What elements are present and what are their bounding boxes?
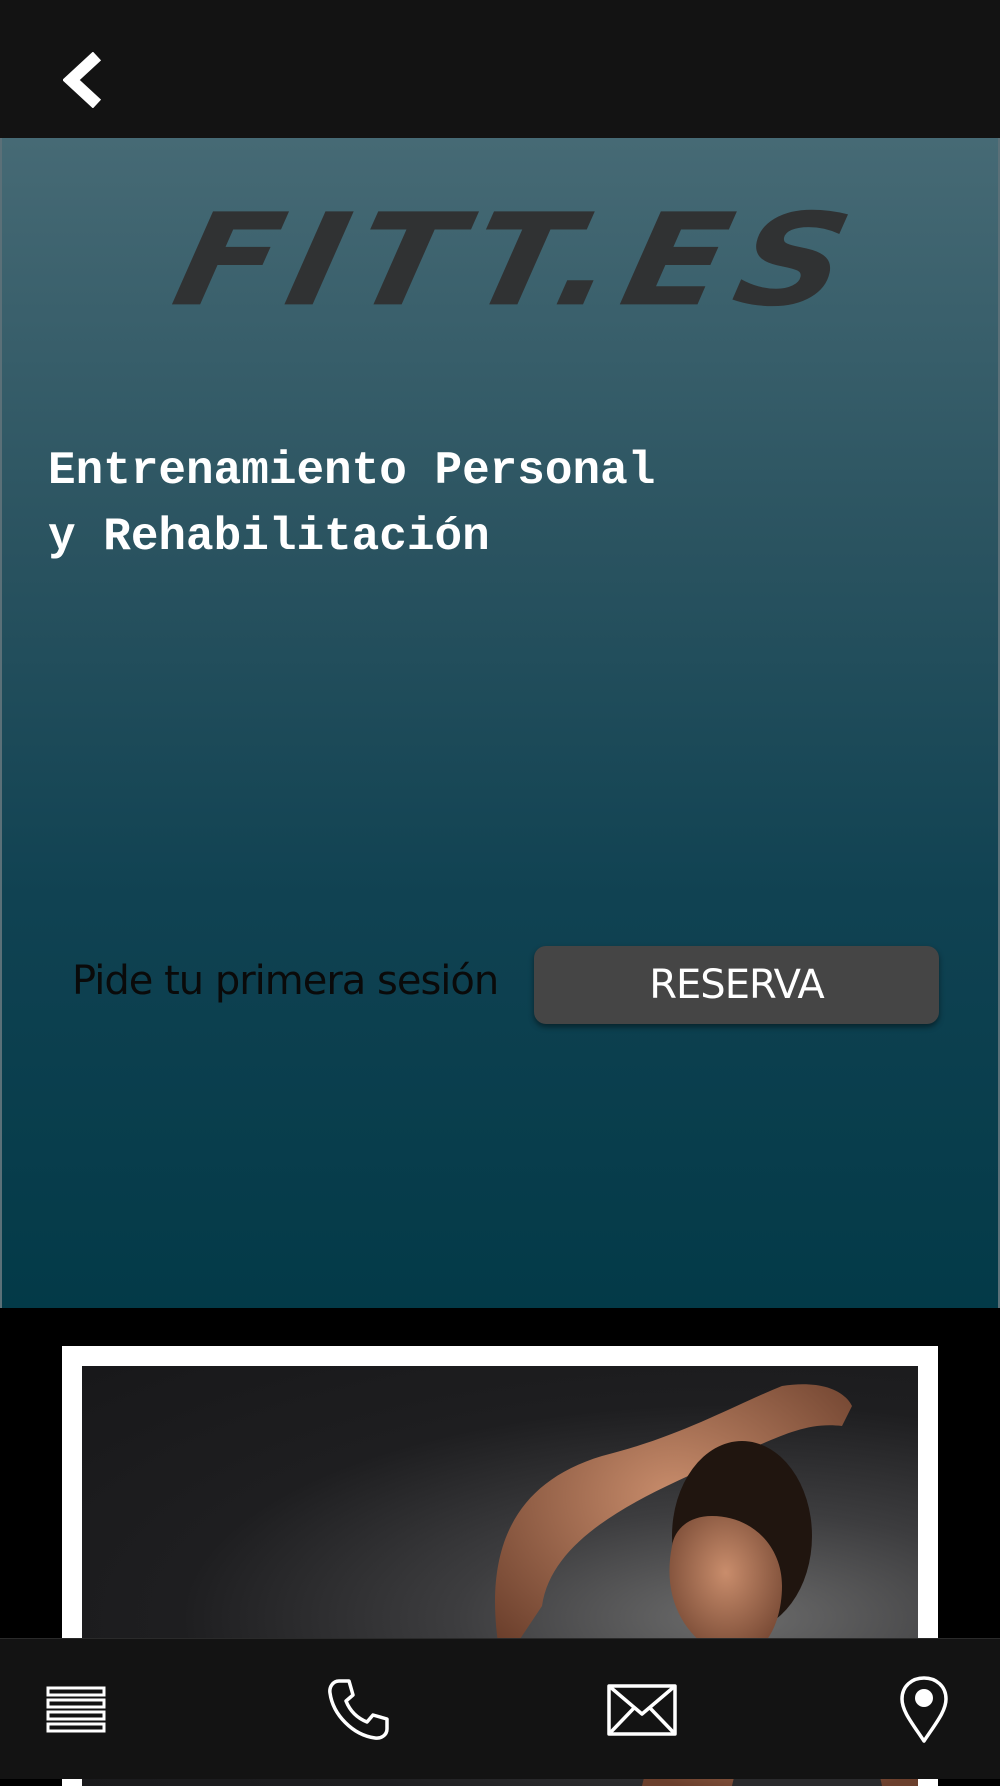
call-button[interactable] xyxy=(320,1675,396,1745)
menu-icon xyxy=(46,1686,106,1733)
bottom-nav-bar xyxy=(0,1638,1000,1779)
headline-line-1: Entrenamiento Personal xyxy=(48,445,656,497)
logo-text: FITT.ES xyxy=(162,187,872,335)
email-button[interactable] xyxy=(604,1675,680,1745)
phone-icon xyxy=(328,1679,389,1740)
back-button[interactable] xyxy=(58,50,108,110)
location-pin-icon xyxy=(900,1676,948,1743)
top-bar xyxy=(0,0,1000,138)
logo: FITT.ES xyxy=(117,187,917,335)
cta-text: Pide tu primera sesión xyxy=(72,958,499,1004)
headline: Entrenamiento Personal y Rehabilitación xyxy=(48,438,948,570)
hero-section: FITT.ES Entrenamiento Personal y Rehabil… xyxy=(0,138,1000,1308)
reserve-button[interactable]: RESERVA xyxy=(534,946,939,1024)
headline-line-2: y Rehabilitación xyxy=(48,511,490,563)
location-button[interactable] xyxy=(886,1675,962,1745)
chevron-left-icon xyxy=(63,52,102,108)
mail-icon xyxy=(607,1684,677,1736)
menu-button[interactable] xyxy=(38,1675,114,1745)
